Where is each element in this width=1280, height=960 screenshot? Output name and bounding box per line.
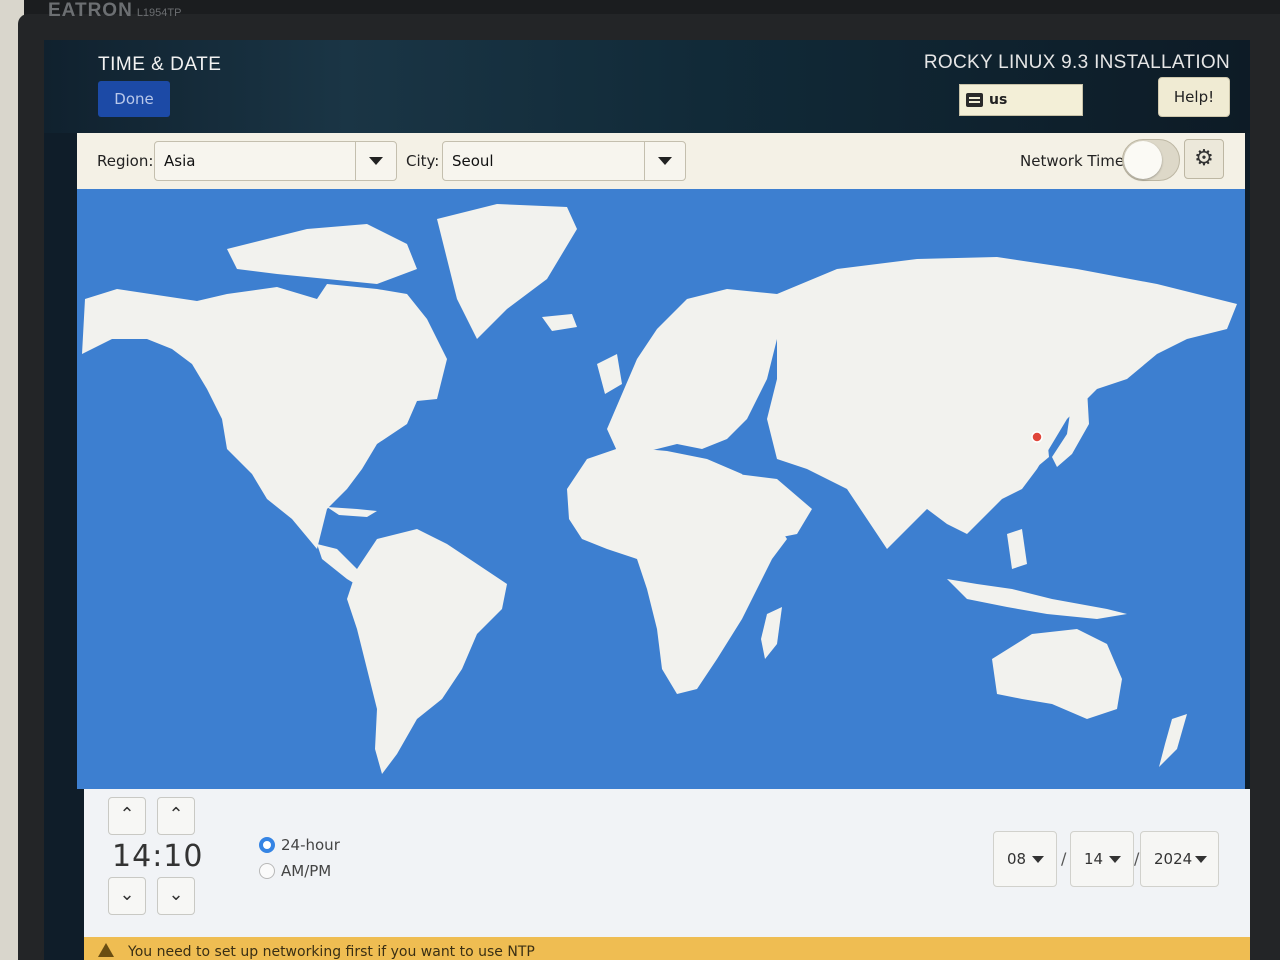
timezone-map[interactable] xyxy=(77,189,1245,789)
minutes-value[interactable]: 10 xyxy=(163,839,203,874)
chevron-down-icon[interactable] xyxy=(644,142,685,180)
chevron-down-icon: ⌄ xyxy=(119,884,135,905)
timezone-toolbar: Region: Asia City: Seoul Network Time ⚙ xyxy=(77,133,1245,189)
region-value: Asia xyxy=(164,152,196,170)
gear-icon: ⚙ xyxy=(1194,146,1214,171)
installer-screen: TIME & DATE Done ROCKY LINUX 9.3 INSTALL… xyxy=(44,40,1250,960)
ntp-settings-button[interactable]: ⚙ xyxy=(1184,139,1224,179)
europe xyxy=(607,289,777,454)
time-display: 14:10 xyxy=(112,839,203,874)
date-separator: / xyxy=(1061,849,1067,868)
world-map[interactable] xyxy=(77,189,1245,789)
keyboard-icon xyxy=(966,93,983,107)
continents xyxy=(82,204,1237,774)
monitor-brand: EATRON L1954TP xyxy=(48,0,182,21)
day-combo[interactable]: 14 xyxy=(1070,831,1134,887)
chevron-down-icon xyxy=(1032,856,1044,863)
asia xyxy=(767,257,1237,549)
network-time-label: Network Time xyxy=(1020,152,1125,170)
month-value: 08 xyxy=(1007,850,1027,868)
done-button[interactable]: Done xyxy=(98,81,170,117)
minute-up-button[interactable]: ⌃ xyxy=(157,797,195,835)
region-combo[interactable]: Asia xyxy=(154,141,397,181)
chevron-down-icon[interactable] xyxy=(355,142,396,180)
chevron-down-icon: ⌄ xyxy=(168,884,184,905)
city-value: Seoul xyxy=(452,152,494,170)
southeast-asia-islands xyxy=(947,579,1127,619)
chevron-up-icon: ⌃ xyxy=(168,804,184,825)
caribbean xyxy=(327,507,377,517)
selected-city-marker[interactable] xyxy=(1031,431,1043,443)
hour-down-button[interactable]: ⌄ xyxy=(108,877,146,915)
network-time-toggle[interactable] xyxy=(1122,139,1180,181)
year-value: 2024 xyxy=(1154,850,1193,868)
month-combo[interactable]: 08 xyxy=(993,831,1057,887)
day-value: 14 xyxy=(1084,850,1104,868)
hour-up-button[interactable]: ⌃ xyxy=(108,797,146,835)
region-label: Region: xyxy=(97,152,154,170)
format-ampm-label: AM/PM xyxy=(281,862,332,880)
year-combo[interactable]: 2024 xyxy=(1140,831,1219,887)
format-24-hour-label: 24-hour xyxy=(281,836,340,854)
minute-down-button[interactable]: ⌄ xyxy=(157,877,195,915)
city-label: City: xyxy=(406,152,440,170)
help-button[interactable]: Help! xyxy=(1158,77,1230,117)
chevron-down-icon xyxy=(1195,856,1207,863)
philippines xyxy=(1007,529,1027,569)
page-title: TIME & DATE xyxy=(98,54,222,75)
hours-value[interactable]: 14 xyxy=(112,839,152,874)
madagascar xyxy=(761,607,782,659)
keyboard-layout-label: us xyxy=(989,92,1008,108)
date-separator: / xyxy=(1134,849,1140,868)
city-combo[interactable]: Seoul xyxy=(442,141,686,181)
toggle-knob xyxy=(1124,141,1162,179)
north-america xyxy=(82,284,447,549)
format-ampm-radio[interactable] xyxy=(259,863,275,879)
keyboard-layout-indicator[interactable]: us xyxy=(959,84,1083,116)
warning-icon xyxy=(98,943,114,957)
time-date-panel: ⌃ ⌃ 14:10 ⌄ ⌄ 24-hour AM/PM 08 / 14 / 20… xyxy=(84,789,1250,937)
chevron-up-icon: ⌃ xyxy=(119,804,135,825)
arctic-islands xyxy=(227,224,417,284)
new-zealand xyxy=(1159,714,1187,767)
warning-text: You need to set up networking first if y… xyxy=(128,944,535,960)
australia xyxy=(992,629,1122,719)
format-24-hour-radio[interactable] xyxy=(259,837,275,853)
britain xyxy=(597,354,622,394)
south-america xyxy=(347,529,507,774)
time-separator: : xyxy=(152,839,164,874)
iceland xyxy=(542,314,577,331)
chevron-down-icon xyxy=(1109,856,1121,863)
warning-bar: You need to set up networking first if y… xyxy=(84,937,1250,960)
product-title: ROCKY LINUX 9.3 INSTALLATION xyxy=(923,52,1230,73)
